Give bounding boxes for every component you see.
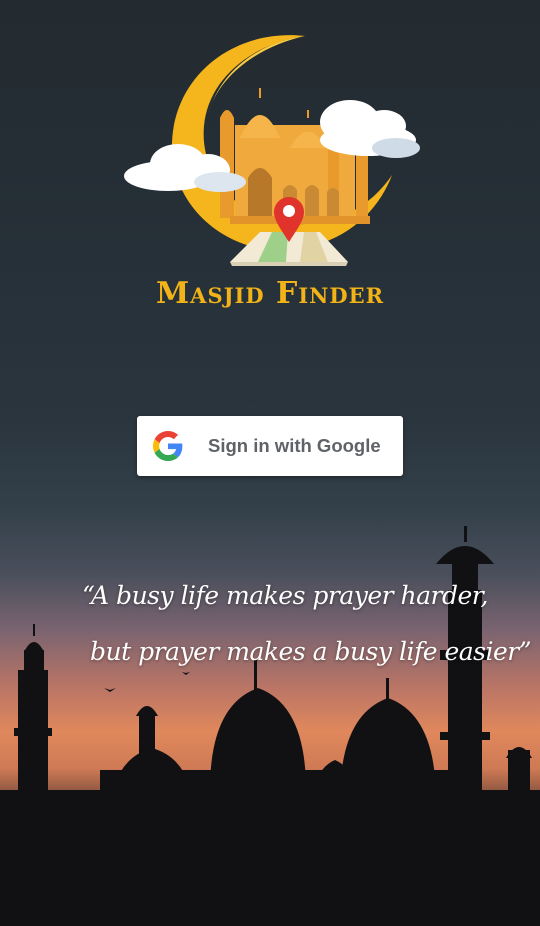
- quote-line-2: but prayer makes a busy life easier”: [90, 637, 532, 666]
- cloud-right-icon: [320, 100, 420, 158]
- app-title: Masjid Finder: [155, 276, 385, 311]
- quote-line-1: “A busy life makes prayer harder,: [82, 581, 488, 610]
- google-g-icon: [153, 431, 183, 461]
- google-signin-label: Sign in with Google: [208, 435, 381, 456]
- quote-text: “A busy life makes prayer harder, but pr…: [60, 568, 532, 680]
- google-signin-button[interactable]: Sign in with Google: [137, 416, 403, 476]
- masjid-finder-logo: [124, 35, 420, 266]
